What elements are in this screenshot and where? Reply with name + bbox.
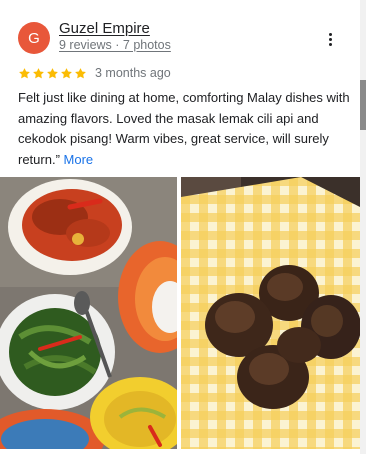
review-time: 3 months ago bbox=[95, 66, 171, 80]
review-text-block: Felt just like dining at home, comfortin… bbox=[18, 88, 352, 170]
photo-cekodok-pisang bbox=[181, 177, 360, 449]
scrollbar-thumb[interactable] bbox=[360, 80, 366, 130]
review-photo-cekodok[interactable] bbox=[181, 177, 360, 449]
star-icon bbox=[47, 67, 58, 78]
scrollbar-track[interactable] bbox=[360, 0, 366, 454]
more-options-icon[interactable] bbox=[320, 28, 340, 50]
star-rating bbox=[18, 67, 87, 80]
rating-row: 3 months ago bbox=[18, 66, 171, 80]
star-icon bbox=[19, 67, 30, 78]
more-link[interactable]: More bbox=[64, 152, 94, 167]
review-photo-dishes[interactable] bbox=[0, 177, 177, 449]
author-meta[interactable]: 9 reviews · 7 photos bbox=[59, 38, 171, 52]
author-avatar[interactable]: G bbox=[18, 22, 50, 54]
author-name[interactable]: Guzel Empire bbox=[59, 20, 150, 37]
photo-malay-dishes bbox=[0, 177, 177, 449]
star-icon bbox=[75, 67, 86, 78]
star-icon bbox=[61, 67, 72, 78]
star-icon bbox=[33, 67, 44, 78]
avatar-letter: G bbox=[28, 29, 40, 47]
review-card: G Guzel Empire 9 reviews · 7 photos 3 mo… bbox=[0, 0, 366, 454]
